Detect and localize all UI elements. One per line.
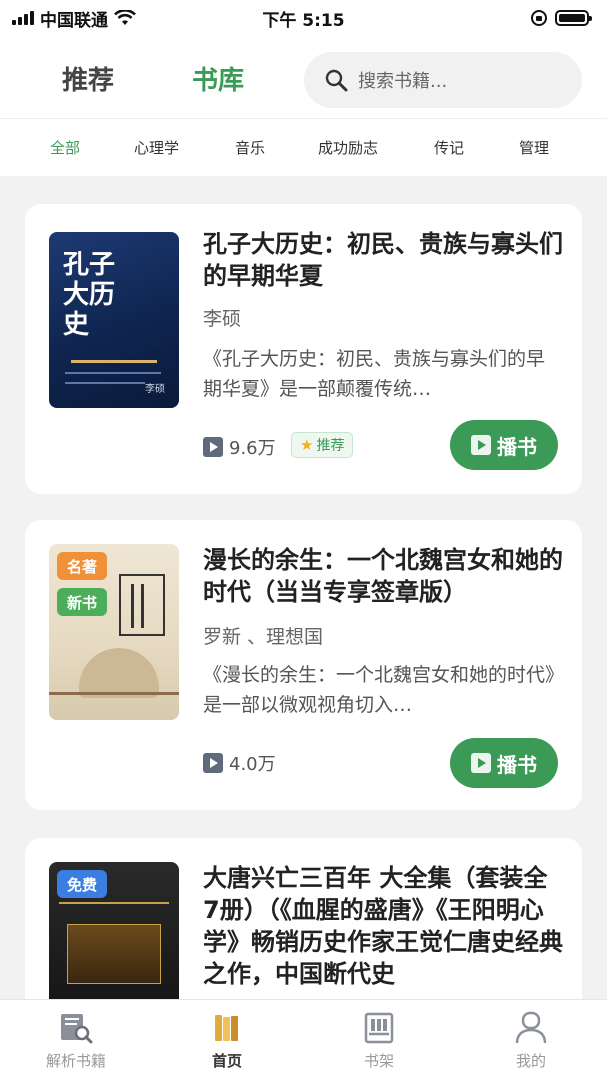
play-count: 4.0万: [203, 750, 276, 776]
tag-new: 新书: [57, 588, 108, 616]
status-left: 中国联通: [12, 6, 136, 31]
tag-free: 免费: [57, 870, 108, 898]
cover-title: 孔子大历史: [63, 250, 116, 340]
book-title[interactable]: 孔子大历史：初民、贵族与寡头们的早期华夏: [203, 228, 563, 292]
category-management[interactable]: 管理: [519, 137, 549, 158]
clock: 下午 5:15: [262, 10, 345, 31]
book-cover: 免费: [49, 862, 179, 999]
category-success[interactable]: 成功励志: [318, 137, 378, 158]
play-count-value: 4.0万: [229, 754, 276, 775]
nav-label: 解析书籍: [45, 1052, 106, 1070]
category-biography[interactable]: 传记: [434, 137, 464, 158]
book-cover: 孔子大历史 李硕: [49, 232, 179, 408]
battery-icon: [555, 10, 592, 26]
play-book-button[interactable]: 播书: [450, 420, 558, 470]
wifi-icon: [114, 10, 136, 25]
book-cover: 名著 新书: [49, 544, 179, 720]
status-bar: 中国联通 下午 5:15: [0, 0, 607, 36]
tag-classic: 名著: [57, 552, 108, 580]
category-all[interactable]: 全部: [50, 137, 80, 158]
play-button-label: 播书: [497, 434, 537, 459]
category-psychology[interactable]: 心理学: [134, 137, 179, 158]
nav-profile[interactable]: 我的: [471, 1010, 591, 1071]
category-bar: 全部 心理学 音乐 成功励志 传记 管理: [0, 118, 607, 176]
tab-library[interactable]: 书库: [192, 60, 244, 97]
tab-recommend[interactable]: 推荐: [62, 60, 114, 97]
home-books-icon: [215, 1015, 238, 1041]
play-button-label: 播书: [497, 752, 537, 777]
star-icon: ★: [300, 436, 314, 454]
cover-author: 李硕: [145, 384, 165, 395]
nav-parse-books[interactable]: 解析书籍: [16, 1010, 136, 1071]
play-icon: [471, 753, 491, 773]
recommend-badge-label: 推荐: [316, 438, 345, 454]
top-header: 推荐 书库 搜索书籍...: [0, 36, 607, 118]
book-description: 《漫长的余生：一个北魏宫女和她的时代》是一部以微观视角切入…: [203, 664, 555, 716]
recommend-badge: ★ 推荐: [291, 432, 354, 458]
book-title[interactable]: 大唐兴亡三百年 大全集（套装全7册）（《血腥的盛唐》《王阳明心学》畅销历史作家王…: [203, 862, 563, 990]
nav-home[interactable]: 首页: [167, 1010, 287, 1071]
carrier-label: 中国联通: [40, 10, 108, 31]
search-input[interactable]: 搜索书籍...: [304, 52, 582, 108]
book-author: 李硕: [203, 308, 242, 330]
book-card-3[interactable]: 免费 大唐兴亡三百年 大全集（套装全7册）（《血腥的盛唐》《王阳明心学》畅销历史…: [25, 838, 582, 999]
orientation-lock-icon: [531, 10, 547, 26]
book-title[interactable]: 漫长的余生：一个北魏宫女和她的时代（当当专享签章版）: [203, 544, 563, 608]
search-icon: [325, 69, 348, 92]
profile-icon: [515, 1011, 547, 1044]
nav-bookshelf[interactable]: 书架: [319, 1010, 439, 1071]
search-placeholder: 搜索书籍...: [358, 71, 448, 92]
play-count-value: 9.6万: [229, 438, 276, 459]
status-right: [531, 10, 592, 26]
bottom-navigation: 解析书籍 首页 书架 我的: [0, 999, 607, 1080]
book-card-1[interactable]: 孔子大历史 李硕 孔子大历史：初民、贵族与寡头们的早期华夏 李硕 《孔子大历史：…: [25, 204, 582, 494]
nav-label: 首页: [211, 1052, 242, 1070]
parse-books-icon: [61, 1014, 93, 1044]
category-music[interactable]: 音乐: [235, 137, 265, 158]
play-count-icon: [203, 437, 223, 457]
book-author: 罗新 、理想国: [203, 626, 324, 648]
nav-label: 我的: [515, 1052, 546, 1070]
play-book-button[interactable]: 播书: [450, 738, 558, 788]
book-description: 《孔子大历史：初民、贵族与寡头们的早期华夏》是一部颠覆传统…: [203, 348, 546, 400]
play-count-icon: [203, 753, 223, 773]
bookshelf-icon: [364, 1012, 394, 1044]
signal-icon: [12, 11, 34, 25]
nav-label: 书架: [363, 1052, 394, 1070]
book-card-2[interactable]: 名著 新书 漫长的余生：一个北魏宫女和她的时代（当当专享签章版） 罗新 、理想国…: [25, 520, 582, 810]
play-icon: [471, 435, 491, 455]
play-count: 9.6万: [203, 434, 276, 460]
